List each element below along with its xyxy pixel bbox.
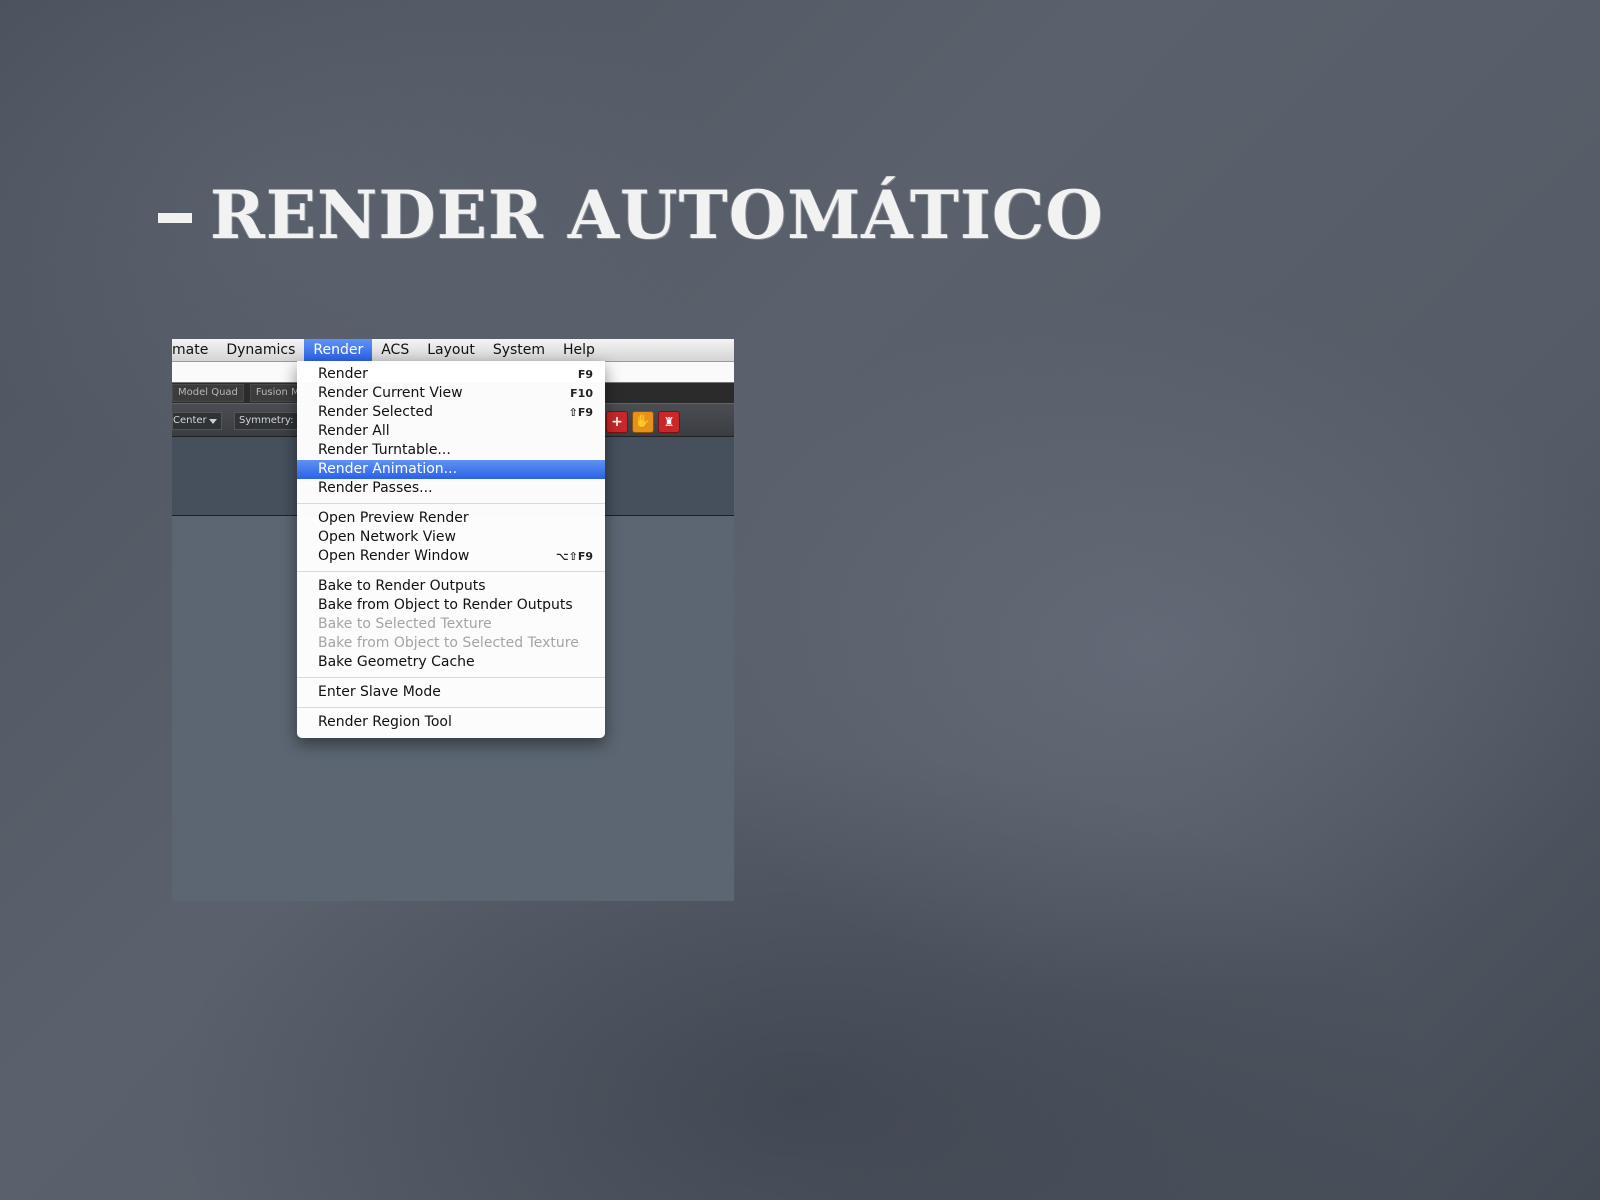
menu-acs[interactable]: ACS	[372, 339, 418, 361]
hand-icon[interactable]: ✋	[632, 411, 654, 433]
menu-item-label: Bake from Object to Selected Texture	[318, 635, 579, 651]
menu-item-shortcut: ⇧F9	[568, 406, 593, 419]
menu-item-bake-from-object-to-render-outputs[interactable]: Bake from Object to Render Outputs	[297, 596, 605, 615]
menu-item-render-current-view[interactable]: Render Current View F10	[297, 384, 605, 403]
symmetry-label: Symmetry: O	[239, 415, 304, 426]
slide-title: Render Automático	[158, 170, 1104, 260]
menu-item-shortcut: F10	[570, 387, 593, 400]
menu-item-label: Open Render Window	[318, 548, 470, 564]
menu-bar: mate Dynamics Render ACS Layout System H…	[172, 339, 734, 362]
menu-item-label: Render Animation...	[318, 461, 458, 477]
menu-system[interactable]: System	[484, 339, 554, 361]
menu-item-label: Bake Geometry Cache	[318, 654, 475, 670]
tab-model-quad[interactable]: Model Quad	[172, 384, 244, 402]
menu-render[interactable]: Render	[304, 339, 373, 361]
menu-dynamics[interactable]: Dynamics	[217, 339, 304, 361]
menu-separator	[297, 503, 605, 504]
slide-title-text: Render Automático	[210, 176, 1104, 254]
menu-item-label: Render Passes...	[318, 480, 433, 496]
menu-item-open-network-view[interactable]: Open Network View	[297, 528, 605, 547]
menu-separator	[297, 571, 605, 572]
menu-item-render-all[interactable]: Render All	[297, 422, 605, 441]
menu-separator	[297, 677, 605, 678]
menu-item-label: Open Network View	[318, 529, 456, 545]
menu-item-label: Render Turntable...	[318, 442, 451, 458]
menu-item-bake-to-selected-texture: Bake to Selected Texture	[297, 615, 605, 634]
menu-item-label: Bake from Object to Render Outputs	[318, 597, 573, 613]
menu-item-label: Enter Slave Mode	[318, 684, 441, 700]
plus-icon[interactable]: +	[606, 411, 628, 433]
menu-help[interactable]: Help	[554, 339, 604, 361]
chevron-down-icon	[209, 419, 217, 424]
menu-item-bake-geometry-cache[interactable]: Bake Geometry Cache	[297, 653, 605, 672]
menu-item-enter-slave-mode[interactable]: Enter Slave Mode	[297, 683, 605, 702]
menu-separator	[297, 707, 605, 708]
menu-item-open-preview-render[interactable]: Open Preview Render	[297, 509, 605, 528]
render-dropdown-menu: Render F9 Render Current View F10 Render Sel…	[297, 361, 605, 738]
menu-item-bake-to-render-outputs[interactable]: Bake to Render Outputs	[297, 577, 605, 596]
menu-item-label: Render Selected	[318, 404, 433, 420]
menu-item-shortcut: F9	[577, 368, 593, 381]
menu-item-label: Bake to Selected Texture	[318, 616, 492, 632]
menu-item-shortcut: ⌥⇧F9	[555, 550, 593, 563]
menu-item-render-turntable[interactable]: Render Turntable...	[297, 441, 605, 460]
castle-icon[interactable]: ♜	[658, 411, 680, 433]
menu-item-bake-from-object-to-selected-texture: Bake from Object to Selected Texture	[297, 634, 605, 653]
menu-item-label: Open Preview Render	[318, 510, 469, 526]
center-dropdown[interactable]: Center	[172, 412, 222, 430]
menu-item-label: Bake to Render Outputs	[318, 578, 486, 594]
menu-item-label: Render Region Tool	[318, 714, 452, 730]
menu-item-label: Render All	[318, 423, 390, 439]
title-dash	[158, 213, 192, 223]
menu-item-render-animation[interactable]: Render Animation...	[297, 460, 605, 479]
menu-item-open-render-window[interactable]: Open Render Window ⌥⇧F9	[297, 547, 605, 566]
menu-animate[interactable]: mate	[172, 339, 217, 361]
menu-layout[interactable]: Layout	[418, 339, 484, 361]
menu-item-render[interactable]: Render F9	[297, 365, 605, 384]
center-dropdown-label: Center	[173, 415, 207, 426]
menu-item-render-region-tool[interactable]: Render Region Tool	[297, 713, 605, 732]
menu-item-label: Render	[318, 366, 368, 382]
menu-item-label: Render Current View	[318, 385, 463, 401]
symmetry-dropdown[interactable]: Symmetry: O	[234, 412, 304, 430]
menu-item-render-selected[interactable]: Render Selected ⇧F9	[297, 403, 605, 422]
menu-item-render-passes[interactable]: Render Passes...	[297, 479, 605, 498]
